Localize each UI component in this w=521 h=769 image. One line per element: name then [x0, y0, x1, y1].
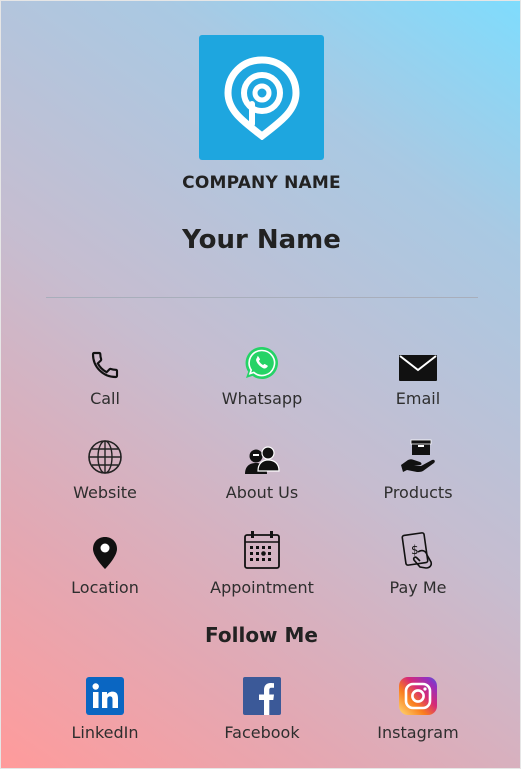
products-button[interactable]: Products: [338, 431, 498, 502]
phone-icon: [91, 351, 119, 379]
hand-box-icon: [401, 439, 435, 472]
instagram-label: Instagram: [377, 723, 459, 742]
pay-me-label: Pay Me: [389, 578, 447, 597]
website-label: Website: [73, 483, 137, 502]
globe-icon: [88, 440, 122, 474]
about-us-button[interactable]: About Us: [182, 431, 342, 502]
linkedin-link[interactable]: LinkedIn: [25, 671, 185, 742]
location-label: Location: [71, 578, 139, 597]
linkedin-icon: [86, 677, 124, 715]
divider: [46, 297, 478, 298]
people-icon: [245, 446, 280, 474]
appointment-label: Appointment: [210, 578, 314, 597]
calendar-icon: [244, 531, 280, 569]
facebook-icon: [243, 677, 281, 715]
products-label: Products: [383, 483, 453, 502]
facebook-link[interactable]: Facebook: [182, 671, 342, 742]
email-button[interactable]: Email: [338, 337, 498, 408]
location-button[interactable]: Location: [25, 526, 185, 597]
person-name: Your Name: [182, 225, 341, 255]
pay-me-button[interactable]: $ Pay Me: [338, 526, 498, 597]
instagram-icon: [399, 677, 437, 715]
whatsapp-button[interactable]: Whatsapp: [182, 337, 342, 408]
follow-title: Follow Me: [205, 623, 318, 647]
company-name: COMPANY NAME: [182, 173, 341, 193]
envelope-icon: [399, 355, 437, 381]
facebook-label: Facebook: [224, 723, 300, 742]
company-logo: [199, 35, 324, 160]
email-label: Email: [395, 389, 441, 408]
linkedin-label: LinkedIn: [71, 723, 139, 742]
svg-text:$: $: [411, 543, 419, 557]
call-button[interactable]: Call: [25, 337, 185, 408]
whatsapp-icon: [245, 346, 278, 379]
map-pin-icon: [93, 537, 117, 569]
location-pin-logo-icon: [223, 55, 300, 140]
about-us-label: About Us: [225, 483, 299, 502]
website-button[interactable]: Website: [25, 431, 185, 502]
contact-card: COMPANY NAME Your Name Call Whatsapp Ema…: [0, 0, 521, 769]
appointment-button[interactable]: Appointment: [182, 526, 342, 597]
whatsapp-label: Whatsapp: [221, 389, 303, 408]
payment-icon: $: [401, 532, 433, 569]
instagram-link[interactable]: Instagram: [338, 671, 498, 742]
call-label: Call: [90, 389, 120, 408]
